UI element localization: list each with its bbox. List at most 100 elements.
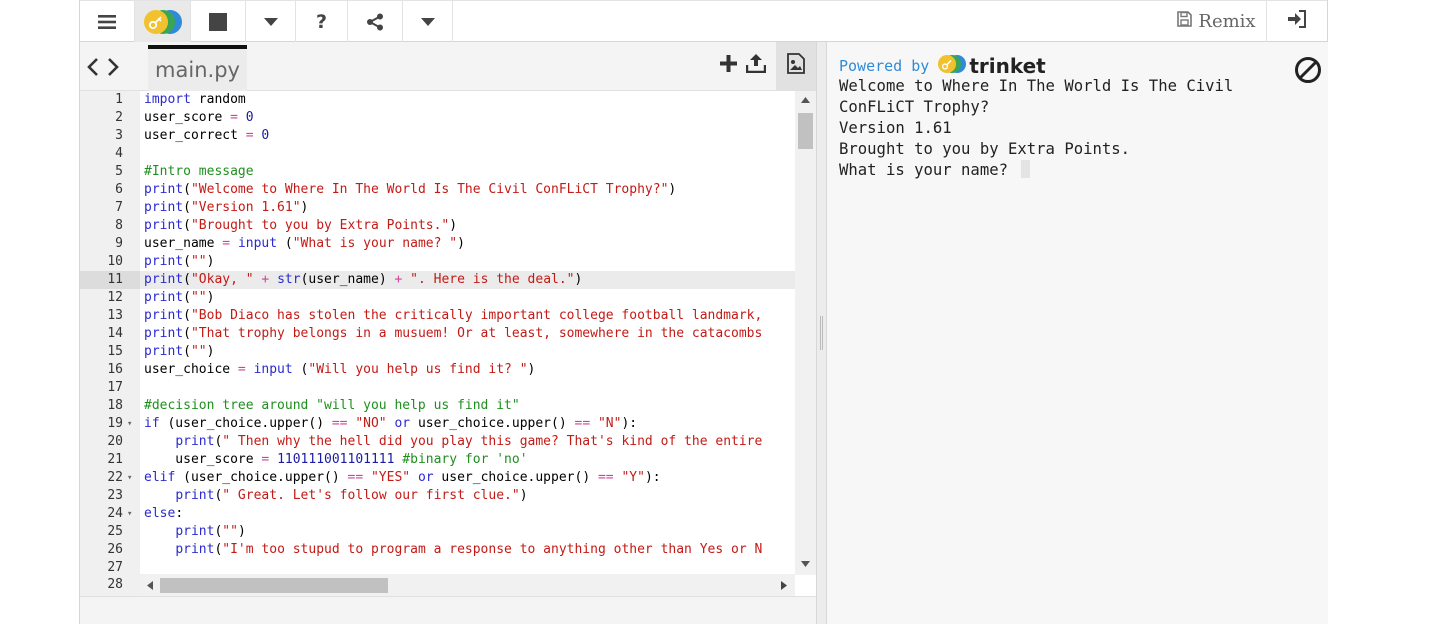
- vertical-scroll-thumb[interactable]: [798, 113, 813, 149]
- code-line[interactable]: 24 ▾ else:: [80, 505, 795, 523]
- code-line[interactable]: 26 print("I'm too stupud to program a re…: [80, 541, 795, 559]
- code-line[interactable]: 9 user_name = input ("What is your name? …: [80, 235, 795, 253]
- add-file-button[interactable]: [714, 42, 742, 90]
- code-line[interactable]: 19 ▾ if (user_choice.upper() == "NO" or us…: [80, 415, 795, 433]
- line-number: 3: [115, 128, 123, 143]
- code-editor[interactable]: 1 import random 2 user_score = 0 3 user_corre…: [80, 91, 816, 596]
- editor-actions: [714, 42, 816, 90]
- chevron-right-icon[interactable]: [106, 57, 120, 82]
- line-number: 10: [107, 254, 123, 269]
- code-text: print("Okay, " + str(user_name) + ". Her…: [144, 272, 583, 287]
- ban-icon: [1294, 57, 1322, 88]
- code-text: elif (user_choice.upper() == "YES" or us…: [144, 470, 661, 485]
- pane-splitter[interactable]: [816, 42, 827, 624]
- caret-down-icon: [263, 17, 278, 26]
- menu-icon: [97, 14, 117, 30]
- code-line[interactable]: 8 print("Brought to you by Extra Points."…: [80, 217, 795, 235]
- powered-by-trinket[interactable]: Powered by trinket: [839, 54, 1046, 78]
- trinket-logo-icon: [937, 54, 967, 78]
- code-line[interactable]: 22 ▾ elif (user_choice.upper() == "YES" or…: [80, 469, 795, 487]
- horizontal-scroll-thumb[interactable]: [160, 578, 388, 593]
- menu-button[interactable]: [80, 1, 135, 42]
- horizontal-scrollbar[interactable]: [140, 574, 795, 596]
- line-number: 16: [107, 362, 123, 377]
- code-line[interactable]: 21 user_score = 110111001101111 #binary …: [80, 451, 795, 469]
- code-text: print("I'm too stupud to program a respo…: [175, 542, 763, 557]
- share-options-dropdown[interactable]: [403, 1, 453, 42]
- line-number: 23: [107, 488, 123, 503]
- code-line[interactable]: 12 print(""): [80, 289, 795, 307]
- code-text: user_score = 110111001101111 #binary for…: [144, 452, 528, 467]
- fold-toggle-icon[interactable]: ▾: [127, 505, 132, 523]
- line-number: 6: [115, 182, 123, 197]
- code-line[interactable]: 20 print(" Then why the hell did you pla…: [80, 433, 795, 451]
- fold-toggle-icon[interactable]: ▾: [127, 415, 132, 433]
- scroll-down-arrow-icon[interactable]: [801, 561, 810, 567]
- input-cursor[interactable]: [1021, 160, 1031, 178]
- trinket-logo-button[interactable]: [135, 1, 191, 42]
- code-text: print(""): [144, 254, 215, 269]
- image-library-button[interactable]: [776, 42, 816, 90]
- code-text: print("Welcome to Where In The World Is …: [144, 182, 677, 197]
- line-number: 5: [115, 164, 123, 179]
- help-button[interactable]: ?: [296, 1, 348, 42]
- code-text: user_score = 0: [144, 110, 254, 125]
- code-line[interactable]: 14 print("That trophy belongs in a musuem…: [80, 325, 795, 343]
- powered-by-label: Powered by: [839, 57, 930, 75]
- fold-toggle-icon[interactable]: ▾: [127, 469, 132, 487]
- sign-in-icon: [1287, 10, 1307, 33]
- trinket-logo-icon: [142, 8, 184, 36]
- trinket-brand-name: trinket: [969, 54, 1046, 78]
- code-line[interactable]: 10 print(""): [80, 253, 795, 271]
- code-line[interactable]: 16 user_choice = input ("Will you help us…: [80, 361, 795, 379]
- chevron-left-icon[interactable]: [86, 57, 100, 82]
- caret-down-icon: [420, 17, 435, 26]
- file-tab-main-py[interactable]: main.py: [148, 45, 247, 91]
- line-number: 2: [115, 110, 123, 125]
- code-line[interactable]: 17: [80, 379, 795, 397]
- code-line[interactable]: 3 user_correct = 0: [80, 127, 795, 145]
- code-line[interactable]: 5 #Intro message: [80, 163, 795, 181]
- line-number: 14: [107, 326, 123, 341]
- save-icon: [1177, 11, 1193, 32]
- line-number: 7: [115, 200, 123, 215]
- line-number: 1: [115, 92, 123, 107]
- remix-button[interactable]: Remix: [1167, 1, 1267, 42]
- code-text: print(""): [144, 344, 215, 359]
- code-text: print(""): [144, 290, 215, 305]
- scroll-right-arrow-icon[interactable]: [781, 581, 787, 590]
- code-text: print(" Then why the hell did you play t…: [175, 434, 763, 449]
- code-text: print(" Great. Let's follow our first cl…: [175, 488, 528, 503]
- code-line[interactable]: 1 import random: [80, 91, 795, 109]
- code-line[interactable]: 18 #decision tree around "will you help u…: [80, 397, 795, 415]
- code-line[interactable]: 11 print("Okay, " + str(user_name) + ". H…: [80, 271, 795, 289]
- line-number: 25: [107, 524, 123, 539]
- scroll-left-arrow-icon[interactable]: [147, 581, 153, 590]
- scroll-up-arrow-icon[interactable]: [801, 97, 810, 103]
- stop-button[interactable]: [191, 1, 246, 42]
- code-line[interactable]: 15 print(""): [80, 343, 795, 361]
- code-line[interactable]: 25 print(""): [80, 523, 795, 541]
- upload-file-button[interactable]: [742, 42, 770, 90]
- code-text: import random: [144, 92, 246, 107]
- editor-pane: main.py 1 import random 2 user_score = 0…: [80, 42, 816, 624]
- vertical-scrollbar[interactable]: [795, 91, 816, 575]
- console-text: Welcome to Where In The World Is The Civ…: [839, 77, 1234, 179]
- run-options-dropdown[interactable]: [246, 1, 296, 42]
- splitter-grip[interactable]: [820, 316, 823, 350]
- code-text: #decision tree around "will you help us …: [144, 398, 520, 413]
- code-line[interactable]: 6 print("Welcome to Where In The World Is…: [80, 181, 795, 199]
- code-line[interactable]: 2 user_score = 0: [80, 109, 795, 127]
- clear-output-button[interactable]: [1294, 56, 1322, 89]
- line-number: 26: [107, 542, 123, 557]
- code-line[interactable]: 13 print("Bob Diaco has stolen the critic…: [80, 307, 795, 325]
- share-icon: [366, 13, 384, 31]
- code-line[interactable]: 4: [80, 145, 795, 163]
- login-button[interactable]: [1267, 1, 1327, 42]
- console-output[interactable]: Welcome to Where In The World Is The Civ…: [839, 76, 1269, 181]
- code-text: #Intro message: [144, 164, 254, 179]
- code-line[interactable]: 23 print(" Great. Let's follow our first…: [80, 487, 795, 505]
- share-button[interactable]: [348, 1, 403, 42]
- line-number: 15: [107, 344, 123, 359]
- code-line[interactable]: 7 print("Version 1.61"): [80, 199, 795, 217]
